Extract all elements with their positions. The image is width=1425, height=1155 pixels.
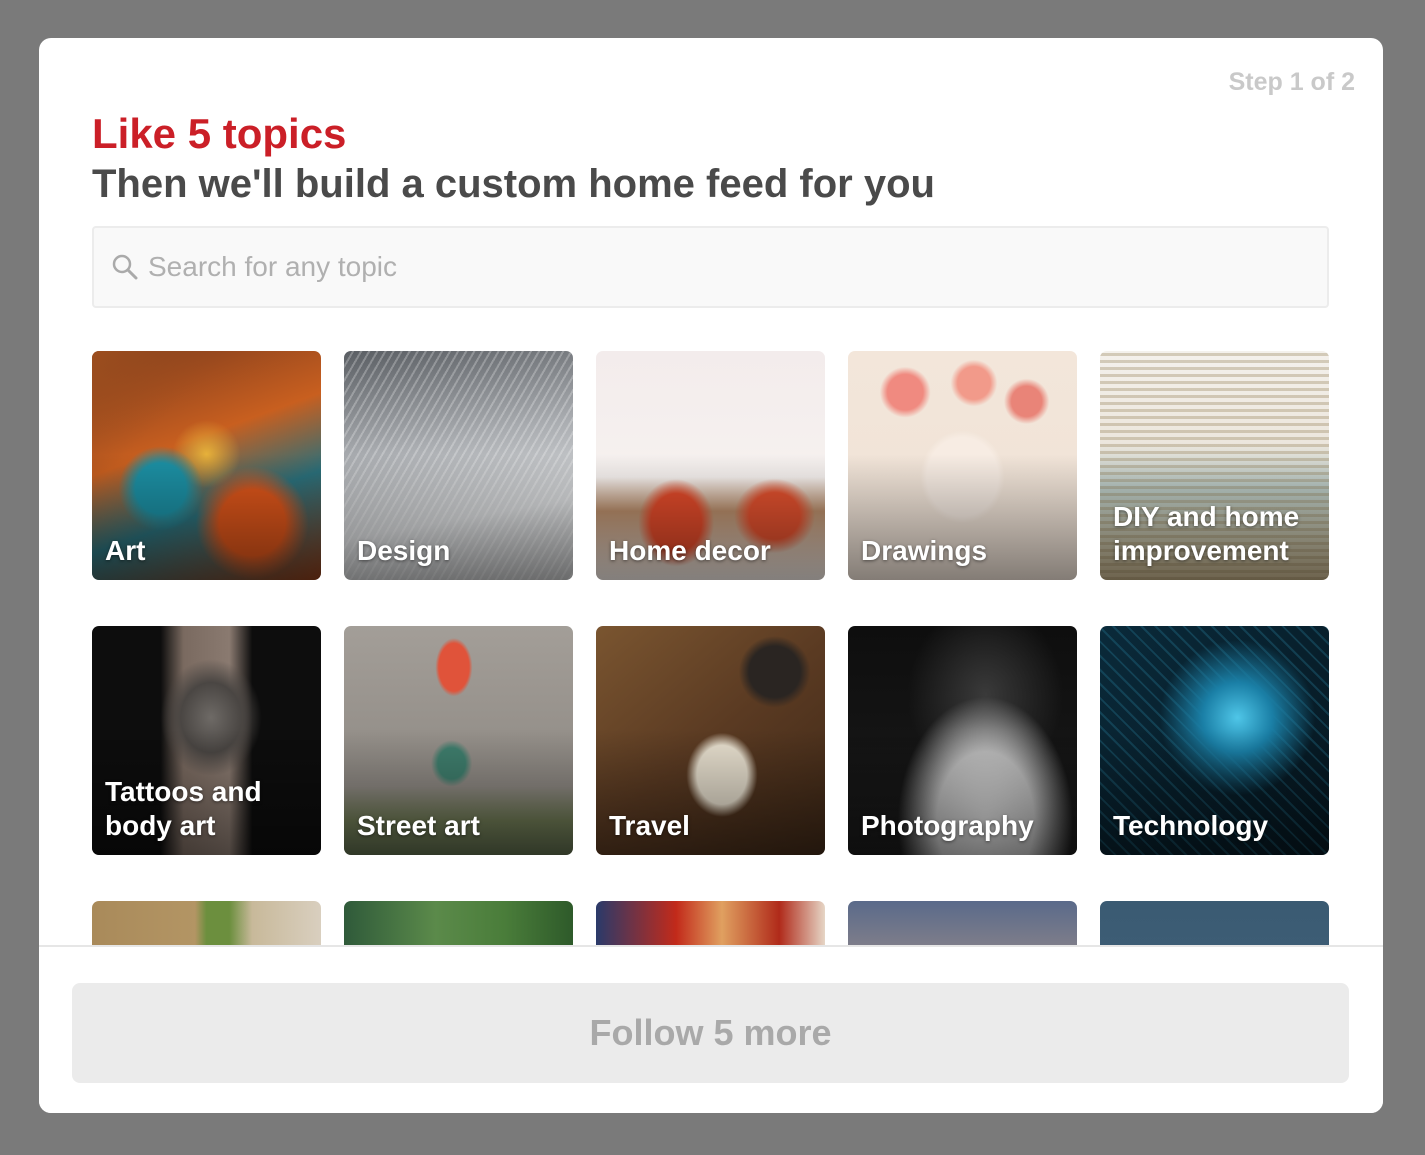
tile-image (848, 901, 1077, 945)
topic-label: Technology (1113, 810, 1269, 841)
topic-tile-technology[interactable]: Technology (1100, 626, 1329, 855)
topic-label: Drawings (861, 535, 988, 566)
search-input[interactable] (148, 237, 1298, 297)
topic-tile-row3-2[interactable] (344, 901, 573, 945)
topic-tile-tattoos[interactable]: Tattoos and body art (92, 626, 321, 855)
page-subtitle: Then we'll build a custom home feed for … (92, 162, 935, 206)
topic-label: Art (105, 535, 146, 566)
tile-image (92, 901, 321, 945)
topic-grid: Art Design Home decor Drawings DIY and h… (39, 338, 1383, 945)
topic-tile-street-art[interactable]: Street art (344, 626, 573, 855)
topic-label: Street art (357, 810, 480, 841)
page-title: Like 5 topics (92, 110, 347, 157)
topic-tile-row3-5[interactable] (1100, 901, 1329, 945)
topic-tile-row3-1[interactable] (92, 901, 321, 945)
topic-tile-row3-4[interactable] (848, 901, 1077, 945)
topic-label: Travel (609, 810, 690, 841)
topic-tile-row3-3[interactable] (596, 901, 825, 945)
topic-tile-design[interactable]: Design (344, 351, 573, 580)
search-box[interactable] (92, 226, 1329, 308)
tile-image (1100, 901, 1329, 945)
tile-image (596, 901, 825, 945)
topic-tile-home-decor[interactable]: Home decor (596, 351, 825, 580)
search-icon (112, 254, 138, 280)
topic-tile-drawings[interactable]: Drawings (848, 351, 1077, 580)
topic-label: Tattoos and body art (105, 776, 262, 841)
tile-image (344, 901, 573, 945)
topic-label: Design (357, 535, 451, 566)
topic-label: Home decor (609, 535, 771, 566)
topic-tile-photography[interactable]: Photography (848, 626, 1077, 855)
topic-label: Photography (861, 810, 1034, 841)
topic-tile-diy[interactable]: DIY and home improvement (1100, 351, 1329, 580)
topic-label: DIY and home improvement (1113, 501, 1300, 566)
step-indicator: Step 1 of 2 (1228, 68, 1355, 96)
topic-picker-modal: Step 1 of 2 Like 5 topics Then we'll bui… (39, 38, 1383, 1113)
topic-tile-art[interactable]: Art (92, 351, 321, 580)
modal-footer: Follow 5 more (39, 945, 1383, 1113)
topic-tile-travel[interactable]: Travel (596, 626, 825, 855)
follow-more-button[interactable]: Follow 5 more (72, 983, 1349, 1083)
